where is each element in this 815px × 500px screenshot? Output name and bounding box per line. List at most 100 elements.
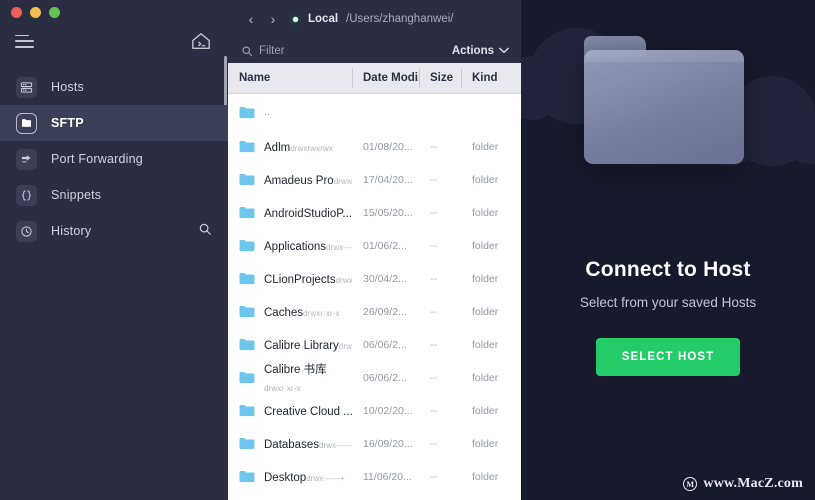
- braces-icon: [16, 184, 37, 206]
- file-name: Amadeus Pro: [264, 174, 334, 187]
- file-date-modified: 01/06/2...: [363, 239, 407, 252]
- file-date-modified: 15/05/20...: [363, 206, 413, 219]
- sidebar-item-history[interactable]: History: [0, 213, 228, 249]
- file-kind: folder: [472, 371, 499, 384]
- table-row[interactable]: Adlmdrwxrwxrwx 01/08/20... -- folder: [228, 130, 521, 163]
- page-title: Connect to Host: [585, 258, 751, 281]
- filter-toolbar: Filter Actions: [228, 38, 521, 63]
- current-path[interactable]: /Users/zhanghanwei/: [346, 13, 453, 25]
- column-header-size[interactable]: Size: [419, 63, 461, 93]
- table-row[interactable]: Calibre Librarydrwxr-xr-x 06/06/2... -- fol…: [228, 328, 521, 361]
- nav-forward-button[interactable]: ›: [262, 8, 284, 30]
- connection-status-indicator: [290, 13, 301, 25]
- file-name: Applications: [264, 240, 327, 253]
- file-permissions: drwx------@: [318, 440, 352, 450]
- table-row[interactable]: CLionProjectsdrwxr-xr-x 30/04/2... -- folde…: [228, 262, 521, 295]
- table-row[interactable]: Calibre 书库 drwxr-xr-x 06/06/2... -- folder: [228, 361, 521, 394]
- sidebar-item-sftp[interactable]: SFTP: [0, 105, 228, 141]
- file-kind: folder: [472, 206, 499, 219]
- column-header-kind[interactable]: Kind: [461, 63, 521, 93]
- filter-input[interactable]: Filter: [241, 45, 285, 57]
- file-size: --: [430, 206, 437, 219]
- clock-rewind-icon: [16, 220, 37, 242]
- file-size: --: [430, 272, 437, 285]
- sidebar-item-label: History: [51, 224, 92, 238]
- select-host-button[interactable]: SELECT HOST: [595, 338, 741, 376]
- file-size: --: [430, 371, 437, 384]
- minimize-button[interactable]: [30, 6, 41, 18]
- column-header-name[interactable]: Name: [228, 63, 352, 93]
- file-name-cell: Creative Cloud ...drwxr-xr-x: [228, 402, 352, 420]
- file-kind: folder: [472, 338, 499, 351]
- page-subtitle: Select from your saved Hosts: [579, 295, 757, 310]
- file-name-cell: Calibre Librarydrwxr-xr-x: [228, 336, 352, 354]
- file-kind: folder: [472, 239, 499, 252]
- file-date-modified: 26/09/2...: [363, 305, 407, 318]
- file-date-modified: 06/06/2...: [363, 338, 407, 351]
- sidebar-item-label: Hosts: [51, 80, 84, 94]
- file-permissions: drwxr-xr-x: [264, 383, 301, 393]
- file-permissions: drwxr-xr-x: [338, 341, 352, 351]
- search-icon[interactable]: [198, 222, 212, 241]
- sidebar-item-snippets[interactable]: Snippets: [0, 177, 228, 213]
- file-name: Databases: [264, 438, 319, 451]
- maximize-button[interactable]: [49, 6, 60, 18]
- table-row[interactable]: ..: [228, 94, 521, 130]
- folder-icon: [239, 371, 255, 384]
- file-kind: folder: [472, 470, 499, 483]
- file-date-modified: 10/02/20...: [363, 404, 413, 417]
- file-name-cell: AndroidStudioP...drwxr-xr-x: [228, 204, 352, 222]
- arrows-icon: [16, 148, 37, 170]
- watermark-text: www.MacZ.com: [703, 476, 803, 491]
- home-terminal-icon[interactable]: [190, 31, 212, 51]
- path-bar: ‹ › Local /Users/zhanghanwei/: [228, 0, 521, 38]
- search-icon: [242, 45, 253, 56]
- actions-label: Actions: [451, 44, 494, 57]
- file-name: Creative Cloud ...: [264, 405, 352, 418]
- close-button[interactable]: [11, 6, 22, 18]
- sidebar-item-label: Snippets: [51, 188, 102, 202]
- nav-back-button[interactable]: ‹: [240, 8, 262, 30]
- sidebar-item-hosts[interactable]: Hosts: [0, 69, 228, 105]
- file-size: --: [430, 305, 437, 318]
- file-size: --: [430, 239, 437, 252]
- file-size: --: [430, 338, 437, 351]
- file-permissions: drwxr-xr-x: [335, 275, 352, 285]
- folder-icon: [239, 239, 255, 252]
- file-name-cell: Applicationsdrwx------@: [228, 237, 352, 255]
- folder-icon: [239, 470, 255, 483]
- folder-box-icon: [16, 112, 37, 134]
- table-row[interactable]: Amadeus Prodrwxr-xr-x 17/04/20... -- folder: [228, 163, 521, 196]
- actions-menu-button[interactable]: Actions: [452, 45, 509, 57]
- file-permissions: drwxr-xr-x: [303, 308, 340, 318]
- filter-placeholder: Filter: [259, 44, 285, 57]
- file-list: .. Adlmdrwxrwxrwx 01/08/20... -- folder Amade…: [228, 94, 521, 500]
- server-rack-icon: [16, 76, 37, 98]
- sidebar: Hosts SFTP Port Forwarding Snippets Hist…: [0, 0, 228, 500]
- hamburger-icon[interactable]: [15, 34, 34, 48]
- file-name-cell: Adlmdrwxrwxrwx: [228, 138, 352, 156]
- folder-icon: [239, 206, 255, 219]
- watermark: M www.MacZ.com: [683, 476, 803, 492]
- file-permissions: drwx------@: [326, 242, 352, 252]
- file-permissions: drwxr-xr-x: [333, 176, 352, 186]
- table-row[interactable]: AndroidStudioP...drwxr-xr-x 15/05/20... --…: [228, 196, 521, 229]
- file-name: ..: [264, 106, 271, 118]
- folder-icon: [239, 437, 255, 450]
- table-row[interactable]: Databasesdrwx------@ 16/09/20... -- folder: [228, 427, 521, 460]
- file-date-modified: 16/09/20...: [363, 437, 413, 450]
- file-size: --: [430, 404, 437, 417]
- folder-icon: [239, 272, 255, 285]
- table-row[interactable]: Desktopdrwx------+ 11/06/20... -- folder: [228, 460, 521, 493]
- file-size: --: [430, 437, 437, 450]
- table-row[interactable]: Applicationsdrwx------@ 01/06/2... -- folde…: [228, 229, 521, 262]
- folder-clouds-illustration: [521, 0, 815, 258]
- column-header-date[interactable]: Date Modi...: [352, 63, 419, 93]
- sidebar-item-port-forwarding[interactable]: Port Forwarding: [0, 141, 228, 177]
- file-name: Caches: [264, 306, 303, 319]
- table-row[interactable]: Creative Cloud ...drwxr-xr-x 10/02/20... -…: [228, 394, 521, 427]
- folder-icon: [239, 338, 255, 351]
- table-row[interactable]: Cachesdrwxr-xr-x 26/09/2... -- folder: [228, 295, 521, 328]
- file-name-cell: ..: [228, 106, 352, 119]
- column-headers: Name Date Modi... Size Kind: [228, 63, 521, 94]
